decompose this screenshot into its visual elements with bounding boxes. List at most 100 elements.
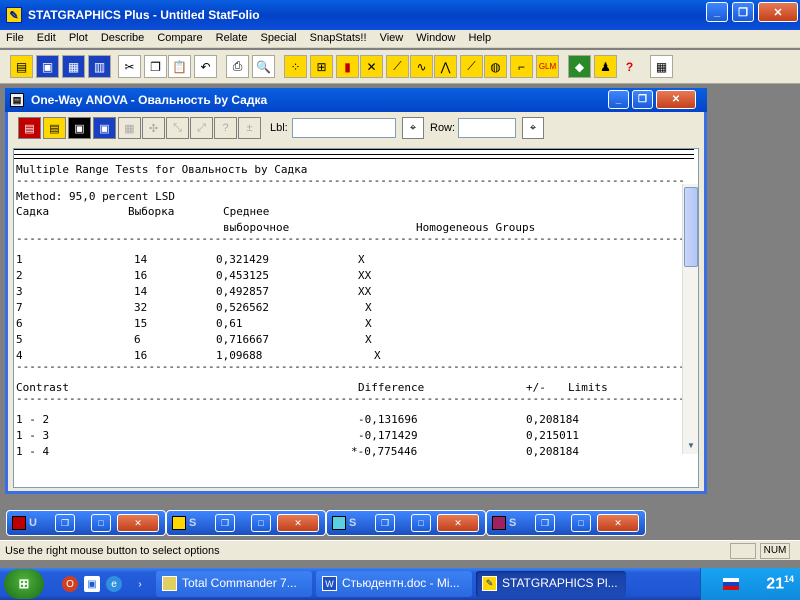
restore-icon[interactable]: ❐ (375, 514, 395, 532)
contrast-pair: 1 - 2 (16, 413, 50, 426)
menu-edit[interactable]: Edit (31, 30, 60, 44)
calculator-icon[interactable]: ▦ (650, 55, 673, 78)
system-tray: 2114 (700, 568, 800, 600)
results-text-pane[interactable]: Multiple Range Tests for Овальность by С… (13, 148, 699, 488)
minimized-window[interactable]: U ❐ □ ✕ (6, 510, 166, 536)
row-input[interactable] (458, 118, 516, 138)
app-titlebar[interactable]: ✎ STATGRAPHICS Plus - Untitled StatFolio… (0, 0, 800, 30)
timeseries-icon[interactable]: ∿ (410, 55, 433, 78)
cut-icon[interactable]: ✂ (118, 55, 141, 78)
lbl-input[interactable] (292, 118, 396, 138)
statgraphics-app-icon[interactable]: ✎ (6, 7, 22, 23)
dash-line: ----------------------------------------… (16, 360, 685, 373)
minimized-window[interactable]: S ❐ □ ✕ (326, 510, 486, 536)
menu-view[interactable]: View (374, 30, 408, 44)
scroll-down-arrow-icon[interactable]: ▼ (684, 438, 698, 452)
brush-icon: ⤡ (166, 117, 189, 139)
step-plot-icon[interactable]: ⌐ (510, 55, 533, 78)
opera-icon[interactable]: O (62, 576, 78, 592)
contrast-limit: 0,208184 (526, 445, 579, 458)
child-close-button[interactable]: ✕ (656, 90, 696, 109)
globe-icon[interactable]: ◍ (484, 55, 507, 78)
save-results-icon[interactable]: ▣ (93, 117, 116, 139)
spreadsheet-icon[interactable]: ▦ (62, 55, 85, 78)
close-button[interactable]: ✕ (758, 2, 798, 22)
copy-icon[interactable]: ❐ (144, 55, 167, 78)
analysis-options-icon[interactable]: ▤ (43, 117, 66, 139)
analysis-window-titlebar[interactable]: ▤ One-Way ANOVA - Овальность by Садка _ … (5, 88, 707, 112)
restore-icon[interactable]: ❐ (215, 514, 235, 532)
histogram-icon[interactable]: ▮ (336, 55, 359, 78)
print-preview-icon[interactable]: 🔍 (252, 55, 275, 78)
regression-icon[interactable]: ⟋ (386, 55, 409, 78)
menu-plot[interactable]: Plot (63, 30, 92, 44)
window-icon (492, 516, 506, 530)
maximize-icon[interactable]: □ (91, 514, 111, 532)
group-mean: 0,321429 (216, 253, 269, 266)
minimized-window-label: U (29, 517, 37, 529)
maximize-icon[interactable]: □ (251, 514, 271, 532)
taskbar-button-active[interactable]: ✎ STATGRAPHICS Pl... (476, 571, 626, 597)
show-desktop-icon[interactable]: ▣ (84, 576, 100, 592)
statwizard-icon[interactable]: ♟ (594, 55, 617, 78)
taskbar-button[interactable]: W Стьюдентн.doc - Mi... (316, 571, 472, 597)
vertical-scrollbar[interactable]: ▼ (682, 184, 698, 454)
maximize-icon[interactable]: □ (571, 514, 591, 532)
restore-icon[interactable]: ❐ (55, 514, 75, 532)
data-editor-icon[interactable]: ▥ (88, 55, 111, 78)
clock-hour: 21 (766, 575, 784, 593)
menu-special[interactable]: Special (255, 30, 301, 44)
menu-relate[interactable]: Relate (210, 30, 252, 44)
minimized-window[interactable]: S ❐ □ ✕ (166, 510, 326, 536)
close-icon[interactable]: ✕ (437, 514, 479, 532)
lbl-locate-icon[interactable]: ⌖ (402, 117, 424, 139)
close-icon[interactable]: ✕ (597, 514, 639, 532)
analysis-window-icon[interactable]: ▤ (10, 93, 24, 107)
glm-icon[interactable]: GLM (536, 55, 559, 78)
line-plot-icon[interactable]: ⟋ (460, 55, 483, 78)
menu-file[interactable]: File (0, 30, 28, 44)
close-icon[interactable]: ✕ (277, 514, 319, 532)
menu-snapstats[interactable]: SnapStats!! (304, 30, 371, 44)
child-minimize-button[interactable]: _ (608, 90, 629, 109)
menu-window[interactable]: Window (410, 30, 459, 44)
menu-compare[interactable]: Compare (151, 30, 206, 44)
menu-help[interactable]: Help (462, 30, 495, 44)
maximize-icon[interactable]: □ (411, 514, 431, 532)
statadvisor-icon[interactable]: ◆ (568, 55, 591, 78)
save-icon[interactable]: ▣ (36, 55, 59, 78)
taskbar-button[interactable]: Total Commander 7... (156, 571, 312, 597)
scatterplot-icon[interactable]: ⁘ (284, 55, 307, 78)
tabular-options-icon[interactable]: ▣ (68, 117, 91, 139)
clock[interactable]: 2114 (766, 574, 794, 593)
boxplot-icon[interactable]: ⊞ (310, 55, 333, 78)
distribution-icon[interactable]: ✕ (360, 55, 383, 78)
minimized-window[interactable]: S ❐ □ ✕ (486, 510, 646, 536)
help-icon[interactable]: ? (618, 55, 641, 78)
normal-curve-icon[interactable]: ⋀ (434, 55, 457, 78)
undo-icon[interactable]: ↶ (194, 55, 217, 78)
menu-describe[interactable]: Describe (95, 30, 148, 44)
contrast-diff: -0,171429 (358, 429, 418, 442)
start-button[interactable]: ⊞ (4, 569, 44, 599)
group-level: 6 (16, 317, 23, 330)
paste-icon[interactable]: 📋 (168, 55, 191, 78)
contrast-diff: *-0,775446 (351, 445, 418, 458)
close-icon[interactable]: ✕ (117, 514, 159, 532)
browser-icon[interactable]: e (106, 576, 122, 592)
quicklaunch-chevron-icon[interactable]: › (132, 576, 148, 592)
open-folder-icon[interactable]: ▤ (10, 55, 33, 78)
child-restore-button[interactable]: ❐ (632, 90, 653, 109)
group-homogeneous: X (365, 301, 372, 314)
input-dialog-icon[interactable]: ▤ (18, 117, 41, 139)
restore-button[interactable]: ❐ (732, 2, 754, 22)
scrollbar-thumb[interactable] (684, 187, 698, 267)
row-locate-icon[interactable]: ⌖ (522, 117, 544, 139)
top-divider-3 (14, 158, 694, 159)
print-icon[interactable]: ⎙ (226, 55, 249, 78)
minimized-windows-bar: U ❐ □ ✕ S ❐ □ ✕ S ❐ □ ✕ S ❐ □ ✕ (0, 508, 800, 538)
restore-icon[interactable]: ❐ (535, 514, 555, 532)
minimize-button[interactable]: _ (706, 2, 728, 22)
group-homogeneous: XX (358, 269, 372, 282)
language-flag-icon[interactable] (723, 578, 739, 590)
